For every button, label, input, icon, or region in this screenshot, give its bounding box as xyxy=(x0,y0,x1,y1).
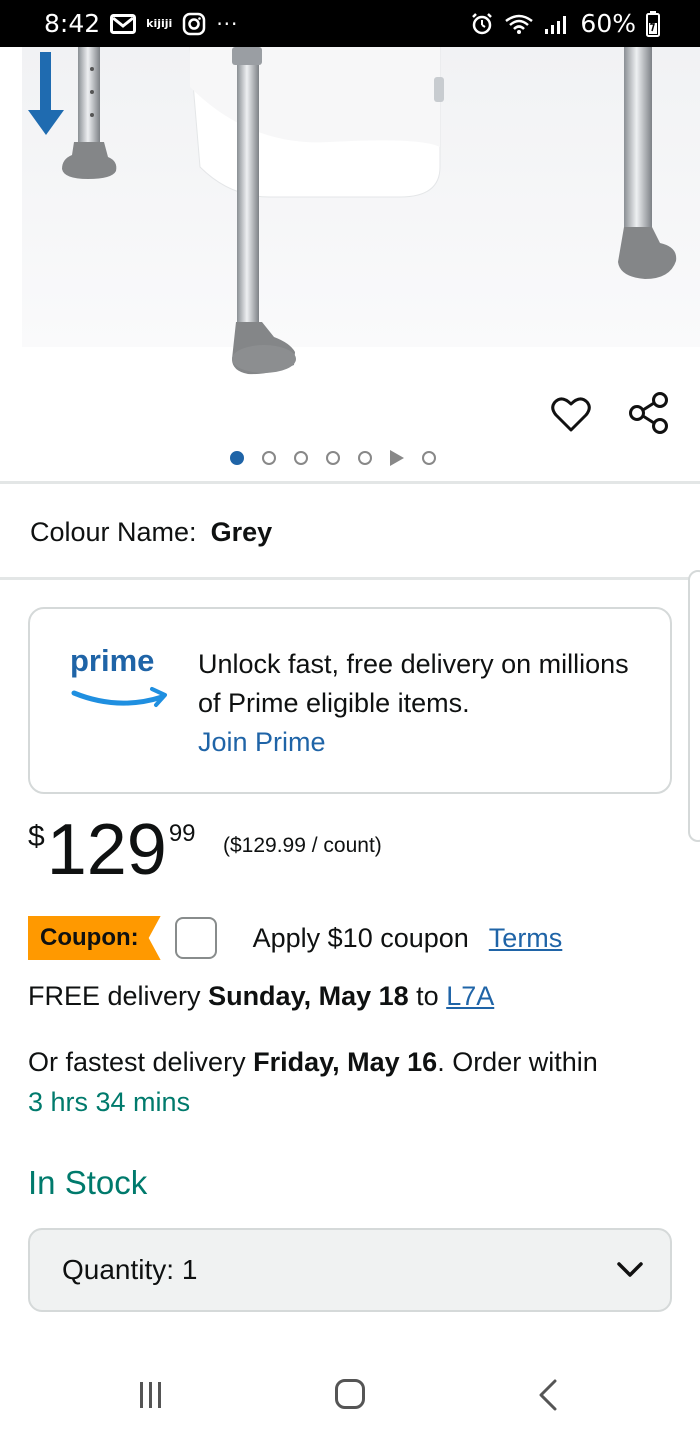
colour-selection: Colour Name: Grey xyxy=(30,517,272,548)
product-image[interactable] xyxy=(0,47,700,482)
chevron-down-icon xyxy=(617,1262,643,1277)
stock-status: In Stock xyxy=(28,1164,148,1201)
status-bar: 8:42 kijiji ··· 60% xyxy=(0,0,700,47)
recents-bar xyxy=(140,1382,143,1408)
section-divider xyxy=(0,577,700,580)
unit-price: ($129.99 / count) xyxy=(223,834,382,857)
price-currency: $ xyxy=(28,820,45,853)
wifi-icon xyxy=(505,14,534,34)
order-within: . Order within xyxy=(437,1047,598,1077)
image-carousel-dots xyxy=(230,450,436,466)
battery-percent: 60% xyxy=(580,9,636,38)
fastest-delivery-prefix: Or fastest delivery xyxy=(28,1047,246,1077)
carousel-dot-3[interactable] xyxy=(294,451,308,465)
colour-value: Grey xyxy=(210,517,273,547)
recents-bar xyxy=(158,1382,161,1408)
system-nav-bar xyxy=(0,1350,700,1439)
prime-logo: prime xyxy=(70,643,174,713)
product-photo xyxy=(0,47,700,482)
status-bar-left: 8:42 kijiji ··· xyxy=(44,9,238,38)
quantity-value: 1 xyxy=(181,1254,198,1285)
price: $ 129 99 xyxy=(28,808,196,892)
home-button[interactable] xyxy=(335,1379,365,1409)
recents-button[interactable] xyxy=(140,1382,161,1408)
quantity-dropdown[interactable]: Quantity: 1 xyxy=(28,1228,672,1312)
coupon-text: Apply $10 coupon xyxy=(252,922,469,953)
fastest-delivery-date: Friday, May 16 xyxy=(253,1047,438,1077)
signal-icon xyxy=(545,15,567,34)
quantity-label: Quantity: xyxy=(62,1254,175,1285)
colour-label: Colour Name: xyxy=(30,517,197,547)
more-notifications: ··· xyxy=(216,11,239,36)
carousel-dot-5[interactable] xyxy=(358,451,372,465)
heart-icon[interactable] xyxy=(550,394,592,434)
mail-icon xyxy=(110,13,137,34)
carousel-dot-2[interactable] xyxy=(262,451,276,465)
status-bar-right: 60% xyxy=(470,9,660,38)
join-prime-link[interactable]: Join Prime xyxy=(198,723,658,762)
prime-upsell-card[interactable]: prime Unlock fast, free delivery on mill… xyxy=(28,607,672,794)
free-delivery-line: FREE delivery Sunday, May 18 to L7A xyxy=(28,981,494,1012)
coupon-badge: Coupon: xyxy=(28,916,161,960)
price-fraction: 99 xyxy=(168,820,196,847)
scroll-indicator xyxy=(688,570,700,842)
battery-icon xyxy=(646,10,660,37)
instagram-icon xyxy=(183,12,206,35)
prime-line: Unlock fast, free delivery on millions o… xyxy=(198,649,629,718)
alarm-icon xyxy=(472,12,493,34)
fastest-delivery-line: Or fastest delivery Friday, May 16. Orde… xyxy=(28,1042,678,1122)
quantity-display: Quantity: 1 xyxy=(62,1254,197,1286)
status-time: 8:42 xyxy=(44,9,101,38)
delivery-to: to xyxy=(416,981,439,1011)
kijiji-notification: kijiji xyxy=(146,17,173,30)
share-icon[interactable] xyxy=(626,390,672,436)
carousel-dot-7[interactable] xyxy=(422,451,436,465)
coupon-row: Coupon: Apply $10 coupon Terms xyxy=(28,914,678,962)
free-delivery-prefix: FREE delivery xyxy=(28,981,201,1011)
prime-message: Unlock fast, free delivery on millions o… xyxy=(198,645,658,762)
recents-bar xyxy=(149,1382,152,1408)
delivery-countdown: 3 hrs 34 mins xyxy=(28,1087,191,1117)
free-delivery-date: Sunday, May 18 xyxy=(208,981,409,1011)
back-icon[interactable] xyxy=(535,1378,561,1412)
prime-smile-icon xyxy=(71,687,167,707)
carousel-dot-4[interactable] xyxy=(326,451,340,465)
coupon-terms-link[interactable]: Terms xyxy=(489,923,563,954)
section-divider xyxy=(0,481,700,484)
video-play-icon[interactable] xyxy=(390,450,404,466)
coupon-checkbox[interactable] xyxy=(174,917,217,959)
price-whole: 129 xyxy=(46,810,167,890)
postal-code-link[interactable]: L7A xyxy=(446,981,494,1011)
carousel-dot-1[interactable] xyxy=(230,451,244,465)
